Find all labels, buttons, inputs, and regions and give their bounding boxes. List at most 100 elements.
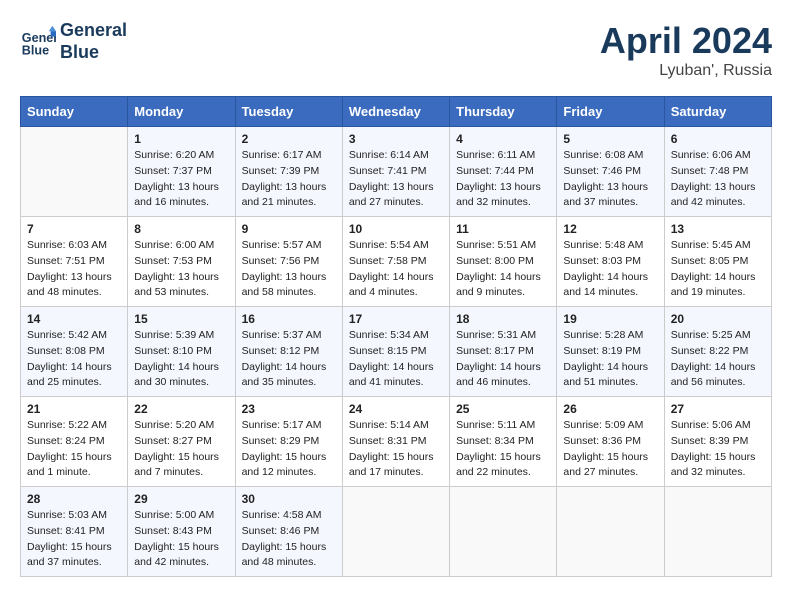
daylight: Daylight: 14 hours and 41 minutes. xyxy=(349,360,443,392)
daylight: Daylight: 14 hours and 19 minutes. xyxy=(671,270,765,302)
day-info: Sunrise: 5:09 AMSunset: 8:36 PMDaylight:… xyxy=(563,418,657,481)
sunrise: Sunrise: 5:17 AM xyxy=(242,418,336,434)
daylight: Daylight: 15 hours and 27 minutes. xyxy=(563,450,657,482)
day-number: 23 xyxy=(242,402,336,416)
day-number: 1 xyxy=(134,132,228,146)
sunrise: Sunrise: 6:17 AM xyxy=(242,148,336,164)
sunset: Sunset: 7:37 PM xyxy=(134,164,228,180)
calendar-cell: 9 Sunrise: 5:57 AMSunset: 7:56 PMDaylight… xyxy=(235,217,342,307)
day-number: 6 xyxy=(671,132,765,146)
calendar-cell: 13Sunrise: 5:45 AMSunset: 8:05 PMDayligh… xyxy=(664,217,771,307)
logo: General Blue General Blue xyxy=(20,20,127,63)
daylight: Daylight: 13 hours and 27 minutes. xyxy=(349,180,443,212)
daylight: Daylight: 14 hours and 35 minutes. xyxy=(242,360,336,392)
day-info: Sunrise: 5:03 AMSunset: 8:41 PMDaylight:… xyxy=(27,508,121,571)
calendar-cell: 18Sunrise: 5:31 AMSunset: 8:17 PMDayligh… xyxy=(450,307,557,397)
calendar-cell: 17Sunrise: 5:34 AMSunset: 8:15 PMDayligh… xyxy=(342,307,449,397)
calendar-cell: 27 Sunrise: 5:06 AMSunset: 8:39 PMDayligh… xyxy=(664,397,771,487)
sunrise: Sunrise: 5:31 AM xyxy=(456,328,550,344)
sunset: Sunset: 8:03 PM xyxy=(563,254,657,270)
day-number: 27 xyxy=(671,402,765,416)
sunrise: Sunrise: 6:08 AM xyxy=(563,148,657,164)
calendar-cell: 30Sunrise: 4:58 AMSunset: 8:46 PMDayligh… xyxy=(235,487,342,577)
day-info: Sunrise: 5:28 AMSunset: 8:19 PMDaylight:… xyxy=(563,328,657,391)
sunrise: Sunrise: 5:54 AM xyxy=(349,238,443,254)
title-block: April 2024 Lyuban', Russia xyxy=(600,20,772,80)
day-number: 8 xyxy=(134,222,228,236)
header-saturday: Saturday xyxy=(664,97,771,127)
sunrise: Sunrise: 6:20 AM xyxy=(134,148,228,164)
calendar-cell: 15Sunrise: 5:39 AMSunset: 8:10 PMDayligh… xyxy=(128,307,235,397)
sunrise: Sunrise: 5:28 AM xyxy=(563,328,657,344)
daylight: Daylight: 15 hours and 7 minutes. xyxy=(134,450,228,482)
sunrise: Sunrise: 5:48 AM xyxy=(563,238,657,254)
calendar-cell xyxy=(450,487,557,577)
day-number: 16 xyxy=(242,312,336,326)
sunrise: Sunrise: 5:57 AM xyxy=(242,238,336,254)
sunset: Sunset: 8:39 PM xyxy=(671,434,765,450)
sunset: Sunset: 7:56 PM xyxy=(242,254,336,270)
calendar-week-row: 14Sunrise: 5:42 AMSunset: 8:08 PMDayligh… xyxy=(21,307,772,397)
daylight: Daylight: 15 hours and 42 minutes. xyxy=(134,540,228,572)
calendar-cell: 16Sunrise: 5:37 AMSunset: 8:12 PMDayligh… xyxy=(235,307,342,397)
day-number: 17 xyxy=(349,312,443,326)
calendar-cell: 6 Sunrise: 6:06 AMSunset: 7:48 PMDaylight… xyxy=(664,127,771,217)
calendar-cell: 28Sunrise: 5:03 AMSunset: 8:41 PMDayligh… xyxy=(21,487,128,577)
sunset: Sunset: 8:19 PM xyxy=(563,344,657,360)
calendar-header-row: SundayMondayTuesdayWednesdayThursdayFrid… xyxy=(21,97,772,127)
calendar-cell: 21Sunrise: 5:22 AMSunset: 8:24 PMDayligh… xyxy=(21,397,128,487)
sunset: Sunset: 8:00 PM xyxy=(456,254,550,270)
calendar-week-row: 1 Sunrise: 6:20 AMSunset: 7:37 PM Daylight… xyxy=(21,127,772,217)
sunrise: Sunrise: 5:25 AM xyxy=(671,328,765,344)
daylight: Daylight: 15 hours and 48 minutes. xyxy=(242,540,336,572)
svg-text:Blue: Blue xyxy=(22,43,49,57)
day-info: Sunrise: 6:06 AMSunset: 7:48 PMDaylight:… xyxy=(671,148,765,211)
header-friday: Friday xyxy=(557,97,664,127)
sunset: Sunset: 7:44 PM xyxy=(456,164,550,180)
day-number: 5 xyxy=(563,132,657,146)
calendar-cell: 10Sunrise: 5:54 AMSunset: 7:58 PMDayligh… xyxy=(342,217,449,307)
day-info: Sunrise: 5:06 AMSunset: 8:39 PMDaylight:… xyxy=(671,418,765,481)
sunrise: Sunrise: 5:39 AM xyxy=(134,328,228,344)
day-number: 26 xyxy=(563,402,657,416)
day-info: Sunrise: 6:08 AMSunset: 7:46 PMDaylight:… xyxy=(563,148,657,211)
calendar-cell: 14Sunrise: 5:42 AMSunset: 8:08 PMDayligh… xyxy=(21,307,128,397)
sunrise: Sunrise: 4:58 AM xyxy=(242,508,336,524)
sunrise: Sunrise: 6:03 AM xyxy=(27,238,121,254)
sunrise: Sunrise: 5:00 AM xyxy=(134,508,228,524)
day-number: 20 xyxy=(671,312,765,326)
daylight: Daylight: 14 hours and 4 minutes. xyxy=(349,270,443,302)
daylight: Daylight: 14 hours and 51 minutes. xyxy=(563,360,657,392)
daylight: Daylight: 15 hours and 1 minute. xyxy=(27,450,121,482)
daylight: Daylight: 13 hours and 53 minutes. xyxy=(134,270,228,302)
day-info: Sunrise: 6:00 AMSunset: 7:53 PMDaylight:… xyxy=(134,238,228,301)
sunrise: Sunrise: 5:37 AM xyxy=(242,328,336,344)
calendar-cell: 3Sunrise: 6:14 AMSunset: 7:41 PMDaylight… xyxy=(342,127,449,217)
sunset: Sunset: 8:31 PM xyxy=(349,434,443,450)
daylight: Daylight: 13 hours and 21 minutes. xyxy=(242,180,336,212)
day-number: 24 xyxy=(349,402,443,416)
day-number: 3 xyxy=(349,132,443,146)
daylight: Daylight: 14 hours and 9 minutes. xyxy=(456,270,550,302)
day-info: Sunrise: 5:54 AMSunset: 7:58 PMDaylight:… xyxy=(349,238,443,301)
calendar-cell: 11Sunrise: 5:51 AMSunset: 8:00 PMDayligh… xyxy=(450,217,557,307)
header-tuesday: Tuesday xyxy=(235,97,342,127)
sunset: Sunset: 8:17 PM xyxy=(456,344,550,360)
day-info: Sunrise: 5:39 AMSunset: 8:10 PMDaylight:… xyxy=(134,328,228,391)
calendar-week-row: 21Sunrise: 5:22 AMSunset: 8:24 PMDayligh… xyxy=(21,397,772,487)
calendar-table: SundayMondayTuesdayWednesdayThursdayFrid… xyxy=(20,96,772,577)
day-info: Sunrise: 6:11 AMSunset: 7:44 PMDaylight:… xyxy=(456,148,550,211)
calendar-cell: 12Sunrise: 5:48 AMSunset: 8:03 PMDayligh… xyxy=(557,217,664,307)
day-info: Sunrise: 6:17 AMSunset: 7:39 PMDaylight:… xyxy=(242,148,336,211)
sunrise: Sunrise: 6:00 AM xyxy=(134,238,228,254)
day-number: 19 xyxy=(563,312,657,326)
daylight: Daylight: 14 hours and 56 minutes. xyxy=(671,360,765,392)
daylight: Daylight: 13 hours and 58 minutes. xyxy=(242,270,336,302)
calendar-week-row: 28Sunrise: 5:03 AMSunset: 8:41 PMDayligh… xyxy=(21,487,772,577)
day-info: Sunrise: 5:20 AMSunset: 8:27 PMDaylight:… xyxy=(134,418,228,481)
day-number: 9 xyxy=(242,222,336,236)
logo-icon: General Blue xyxy=(20,24,56,60)
sunrise: Sunrise: 5:11 AM xyxy=(456,418,550,434)
sunrise: Sunrise: 5:42 AM xyxy=(27,328,121,344)
daylight: Daylight: 13 hours and 48 minutes. xyxy=(27,270,121,302)
